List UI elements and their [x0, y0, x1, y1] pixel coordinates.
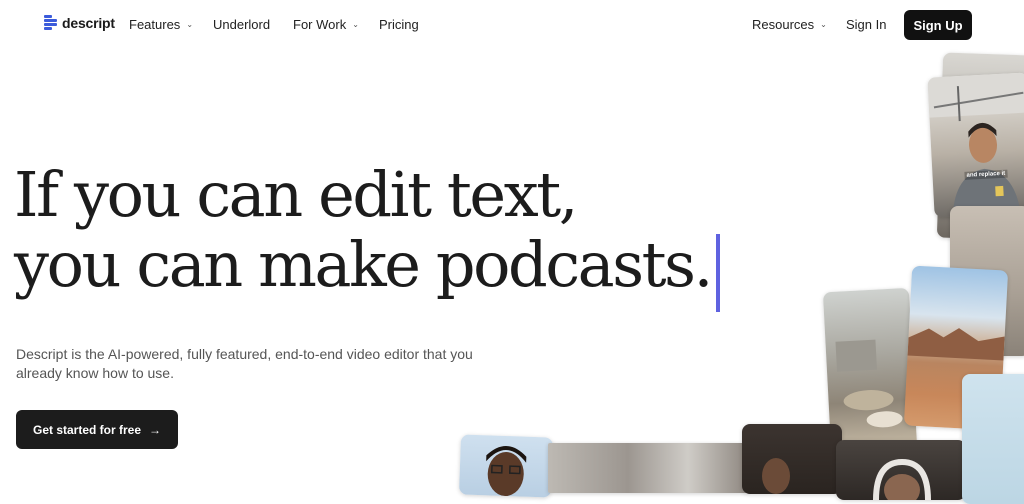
nav-underlord-label: Underlord: [213, 17, 271, 32]
chevron-down-icon: ⌄: [820, 20, 827, 29]
media-card-headset: [836, 440, 966, 500]
nav-resources[interactable]: Resources ⌄: [752, 17, 827, 32]
nav-pricing-label: Pricing: [379, 17, 419, 32]
man-portrait-image: [927, 72, 1024, 217]
sign-up-label: Sign Up: [913, 17, 963, 33]
nav-for-work-label: For Work: [293, 17, 347, 32]
nav-pricing[interactable]: Pricing: [379, 17, 419, 32]
hero-subtext: Descript is the AI-powered, fully featur…: [16, 346, 473, 381]
headline-line-1: If you can edit text,: [14, 158, 578, 231]
top-nav: descript Features ⌄ Underlord For Work ⌄…: [0, 0, 1024, 50]
headset-image: [873, 458, 931, 500]
media-card-man-glasses: [458, 434, 554, 498]
man-glasses-image: [486, 446, 527, 496]
get-started-label: Get started for free: [32, 422, 142, 437]
nav-resources-label: Resources: [752, 17, 815, 32]
logo-text: descript: [62, 15, 115, 31]
media-card-room: [548, 443, 748, 493]
nav-for-work[interactable]: For Work ⌄: [293, 17, 359, 32]
headline-line-2: you can make podcasts.: [14, 228, 713, 301]
chevron-down-icon: ⌄: [186, 20, 194, 29]
get-started-button[interactable]: Get started for free →: [16, 410, 178, 449]
text-cursor: [716, 234, 720, 312]
media-card-light-blue: [962, 374, 1024, 504]
descript-logo[interactable]: descript: [44, 15, 115, 31]
sign-in-link[interactable]: Sign In: [846, 17, 886, 32]
chevron-down-icon: ⌄: [352, 20, 359, 29]
arrow-right-icon: →: [149, 422, 162, 437]
nav-features-label: Features: [129, 17, 181, 32]
nav-underlord[interactable]: Underlord: [213, 17, 270, 32]
descript-logo-icon: [44, 15, 57, 31]
sign-in-label: Sign In: [846, 17, 887, 32]
nav-features[interactable]: Features ⌄: [129, 17, 193, 32]
media-card-man-talking: and replace it: [927, 72, 1024, 218]
hero-headline: If you can edit text, you can make podca…: [14, 158, 713, 301]
sign-up-button[interactable]: Sign Up: [904, 10, 972, 40]
